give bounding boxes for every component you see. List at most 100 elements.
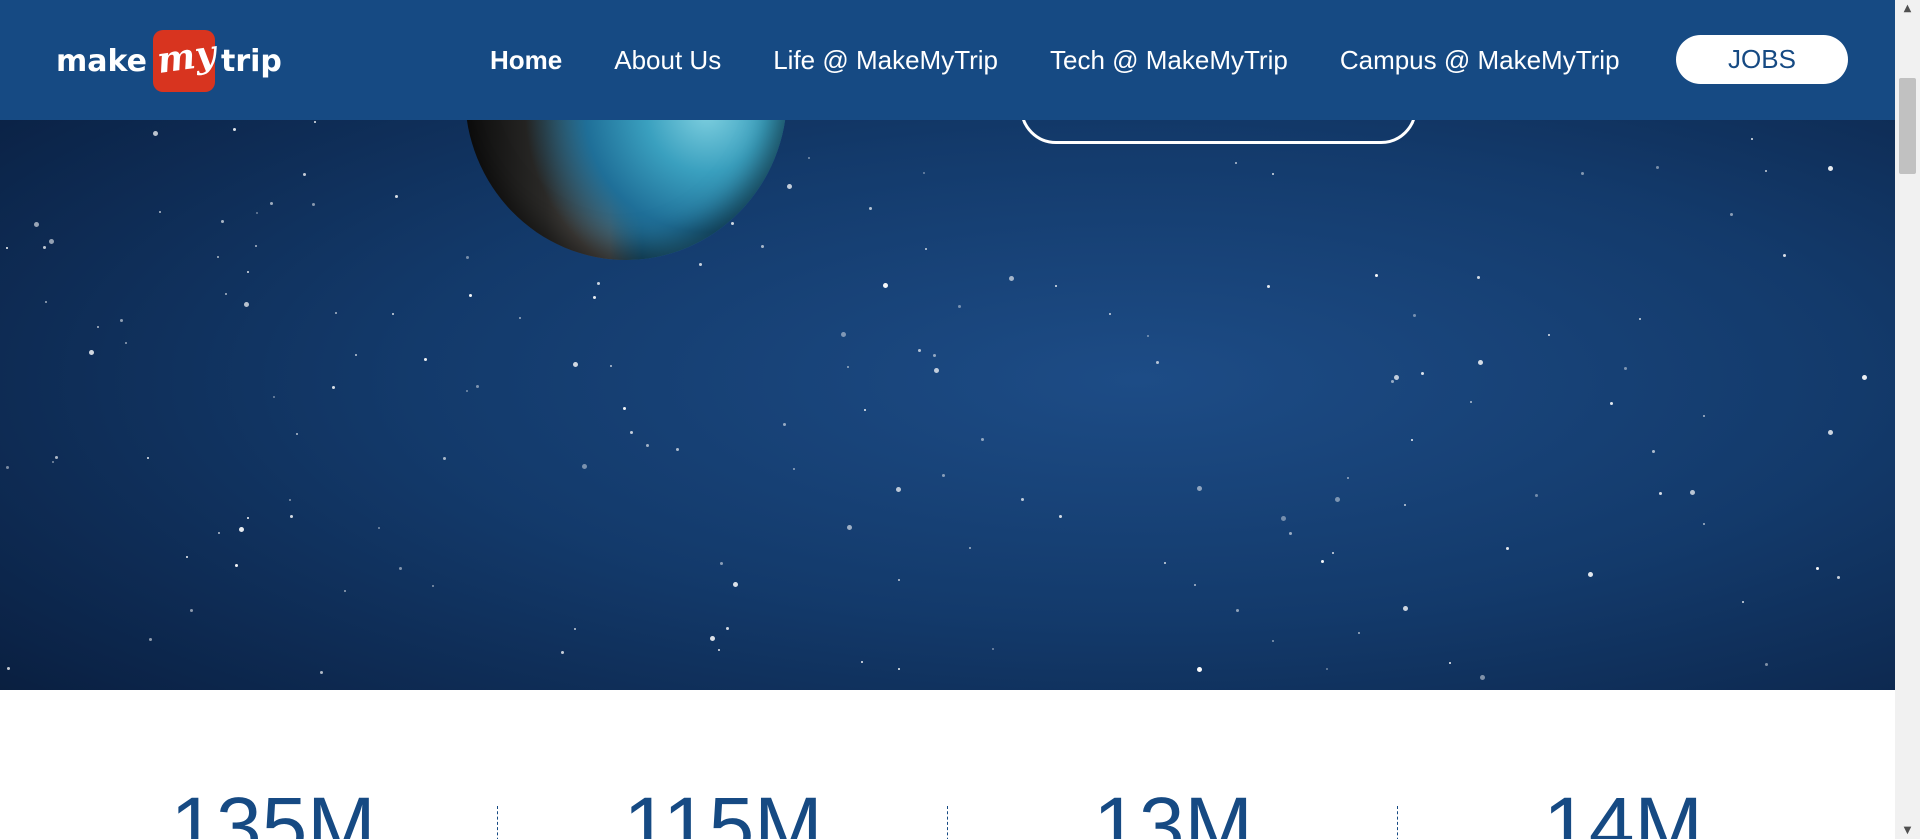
scroll-up-icon[interactable]: ▲ — [1895, 0, 1920, 17]
nav-about-us[interactable]: About Us — [614, 45, 721, 76]
star — [235, 564, 238, 567]
star — [861, 661, 863, 663]
jobs-button[interactable]: JOBS — [1676, 35, 1848, 84]
star — [1588, 572, 1593, 577]
star — [395, 195, 398, 198]
star — [1506, 547, 1509, 550]
star — [808, 157, 810, 159]
star — [561, 651, 564, 654]
nav-tech[interactable]: Tech @ MakeMyTrip — [1050, 45, 1288, 76]
star — [1535, 494, 1538, 497]
nav-campus[interactable]: Campus @ MakeMyTrip — [1340, 45, 1620, 76]
star — [1321, 560, 1324, 563]
star — [255, 245, 257, 247]
star — [186, 556, 188, 558]
star — [256, 212, 258, 214]
star — [1394, 375, 1399, 380]
nav-life[interactable]: Life @ MakeMyTrip — [773, 45, 998, 76]
star — [720, 562, 723, 565]
star — [1326, 668, 1328, 670]
star — [933, 354, 936, 357]
star — [1267, 285, 1270, 288]
star — [1581, 172, 1584, 175]
star — [847, 366, 849, 368]
star — [883, 283, 888, 288]
star — [247, 517, 249, 519]
main-nav: Home About Us Life @ MakeMyTrip Tech @ M… — [490, 0, 1672, 120]
star — [312, 203, 315, 206]
star — [378, 527, 380, 529]
star — [120, 319, 123, 322]
star — [1751, 138, 1753, 140]
scroll-down-icon[interactable]: ▼ — [1895, 822, 1920, 839]
star — [1816, 567, 1819, 570]
star — [597, 282, 600, 285]
star — [574, 628, 576, 630]
star — [1347, 477, 1349, 479]
star — [1059, 515, 1062, 518]
star — [466, 256, 469, 259]
page-scrollbar[interactable]: ▲ ▼ — [1895, 0, 1920, 839]
star — [1411, 439, 1413, 441]
star — [841, 332, 846, 337]
star — [52, 461, 54, 463]
star — [934, 368, 939, 373]
scroll-thumb[interactable] — [1899, 78, 1916, 174]
stats-section: 135M 115M 13M 14M — [0, 690, 1895, 839]
star — [1272, 640, 1274, 642]
star — [1404, 504, 1406, 506]
star — [476, 385, 479, 388]
star — [593, 296, 596, 299]
star — [898, 668, 900, 670]
star — [1703, 415, 1705, 417]
star — [335, 312, 337, 314]
star — [1197, 667, 1202, 672]
site-header: make my trip Home About Us Life @ MakeMy… — [0, 0, 1895, 120]
star — [45, 301, 47, 303]
star — [1009, 276, 1014, 281]
star — [896, 487, 901, 492]
star — [424, 358, 427, 361]
star — [847, 525, 852, 530]
makemytrip-logo[interactable]: make my trip — [56, 30, 282, 92]
star — [469, 294, 472, 297]
star — [1765, 663, 1768, 666]
star — [582, 464, 587, 469]
star — [149, 638, 152, 641]
star — [573, 362, 578, 367]
star — [244, 302, 249, 307]
star — [270, 202, 273, 205]
star — [1156, 361, 1159, 364]
star — [392, 313, 394, 315]
star — [1548, 334, 1550, 336]
star — [159, 211, 161, 213]
star — [1656, 166, 1659, 169]
star — [1765, 170, 1767, 172]
star — [1332, 552, 1334, 554]
star — [432, 585, 434, 587]
star — [320, 671, 323, 674]
nav-home[interactable]: Home — [490, 45, 562, 76]
star — [898, 579, 900, 581]
star — [303, 173, 306, 176]
star — [1289, 532, 1292, 535]
star — [296, 433, 298, 435]
logo-badge: my — [153, 30, 219, 92]
star — [925, 248, 927, 250]
star — [1358, 632, 1360, 634]
star — [1742, 601, 1744, 603]
star — [247, 271, 249, 273]
star — [1391, 380, 1394, 383]
star — [1021, 498, 1024, 501]
star — [969, 547, 971, 549]
star — [43, 246, 46, 249]
star — [1403, 606, 1408, 611]
star — [97, 326, 99, 328]
star — [718, 649, 720, 651]
star — [676, 448, 679, 451]
star — [1147, 335, 1149, 337]
star — [918, 349, 921, 352]
star — [869, 207, 872, 210]
star — [399, 567, 402, 570]
star — [1828, 166, 1833, 171]
